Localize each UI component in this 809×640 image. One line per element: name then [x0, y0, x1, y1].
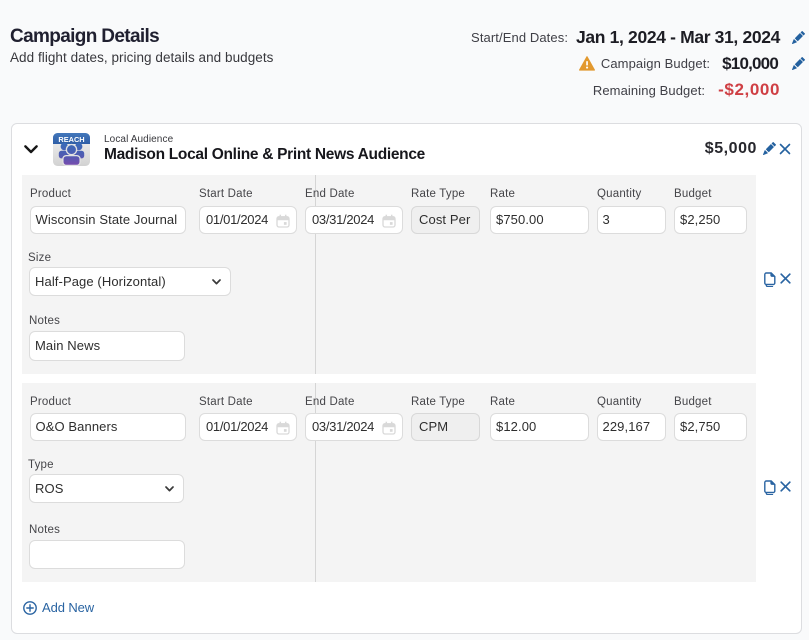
svg-text:REACH: REACH	[58, 135, 84, 144]
